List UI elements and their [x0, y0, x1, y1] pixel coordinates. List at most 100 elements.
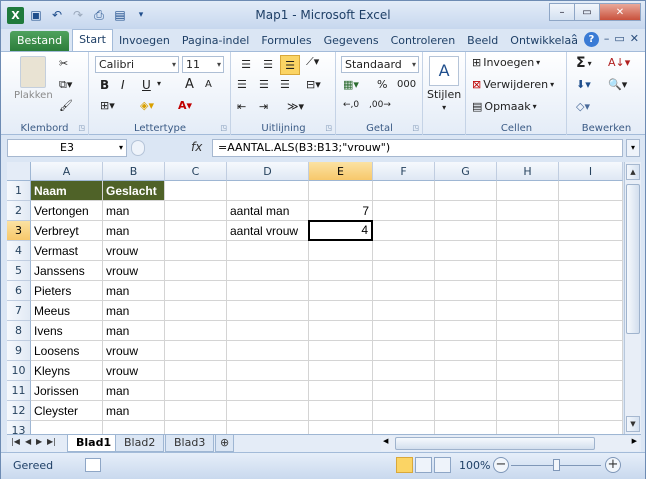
cell-b7[interactable]: man — [103, 301, 165, 321]
doc-restore-icon[interactable]: ▭ — [614, 32, 624, 47]
cell-c12[interactable] — [165, 401, 227, 421]
autosum-button[interactable]: Σ ▾ — [576, 55, 592, 71]
doc-close-icon[interactable]: ✕ — [630, 32, 639, 47]
column-header-h[interactable]: H — [497, 162, 559, 181]
tab-invoegen[interactable]: Invoegen — [113, 31, 176, 51]
underline-dropdown-icon[interactable]: ▾ — [157, 79, 161, 88]
cell-d3[interactable]: aantal vrouw — [227, 221, 309, 241]
cell-a4[interactable]: Vermast — [31, 241, 103, 261]
cell-e2[interactable]: 7 — [309, 201, 373, 221]
cell-h2[interactable] — [497, 201, 559, 221]
minimize-button[interactable]: – — [549, 3, 575, 21]
number-format-combo[interactable]: Standaard ▾ — [341, 56, 419, 73]
cell-b2[interactable]: man — [103, 201, 165, 221]
row-header-3[interactable]: 3 — [7, 221, 31, 241]
cell-h13[interactable] — [497, 421, 559, 434]
cell-e13[interactable] — [309, 421, 373, 434]
cell-d10[interactable] — [227, 361, 309, 381]
cell-i4[interactable] — [559, 241, 623, 261]
cell-h11[interactable] — [497, 381, 559, 401]
cell-i8[interactable] — [559, 321, 623, 341]
cell-c13[interactable] — [165, 421, 227, 434]
cell-e4[interactable] — [309, 241, 373, 261]
align-left-icon[interactable]: ☰ — [237, 78, 247, 91]
row-header-2[interactable]: 2 — [7, 201, 31, 221]
cell-h9[interactable] — [497, 341, 559, 361]
doc-minimize-icon[interactable]: – — [604, 32, 610, 47]
align-center-icon[interactable]: ☰ — [259, 78, 269, 91]
name-box-dropdown-icon[interactable]: ▾ — [119, 140, 123, 156]
cell-c6[interactable] — [165, 281, 227, 301]
close-button[interactable]: ✕ — [599, 3, 641, 21]
cell-b1[interactable]: Geslacht — [103, 181, 165, 201]
macro-record-icon[interactable] — [85, 458, 101, 472]
row-header-5[interactable]: 5 — [7, 261, 31, 281]
row-header-9[interactable]: 9 — [7, 341, 31, 361]
row-header-4[interactable]: 4 — [7, 241, 31, 261]
sheet-tab-blad3[interactable]: Blad3 — [165, 435, 215, 452]
cell-g9[interactable] — [435, 341, 497, 361]
prev-sheet-icon[interactable]: ◀ — [25, 437, 31, 446]
cell-h4[interactable] — [497, 241, 559, 261]
cell-f3[interactable] — [373, 221, 435, 241]
column-header-a[interactable]: A — [31, 162, 103, 181]
row-header-1[interactable]: 1 — [7, 181, 31, 201]
percent-button[interactable]: % — [377, 78, 387, 91]
cell-f1[interactable] — [373, 181, 435, 201]
horizontal-scroll-thumb[interactable] — [395, 437, 595, 450]
maximize-button[interactable]: ▭ — [574, 3, 600, 21]
cell-f4[interactable] — [373, 241, 435, 261]
row-header-7[interactable]: 7 — [7, 301, 31, 321]
cell-i6[interactable] — [559, 281, 623, 301]
page-break-view-icon[interactable] — [434, 457, 451, 473]
cell-a8[interactable]: Ivens — [31, 321, 103, 341]
sheet-tab-blad1[interactable]: Blad1 — [67, 435, 121, 452]
cell-g4[interactable] — [435, 241, 497, 261]
merge-center-icon[interactable]: ⊟▾ — [306, 78, 321, 91]
select-all-corner[interactable] — [7, 162, 31, 181]
horizontal-scrollbar[interactable]: ◀ ▶ — [381, 436, 639, 451]
worksheet-grid[interactable]: A B C D E F G H I 1 2 3 4 5 6 7 8 9 10 1… — [7, 162, 623, 434]
cell-i13[interactable] — [559, 421, 623, 434]
tab-start[interactable]: Start — [72, 29, 113, 51]
cell-b9[interactable]: vrouw — [103, 341, 165, 361]
sheet-tab-blad2[interactable]: Blad2 — [115, 435, 165, 452]
cell-g8[interactable] — [435, 321, 497, 341]
cell-a6[interactable]: Pieters — [31, 281, 103, 301]
cell-f10[interactable] — [373, 361, 435, 381]
delete-cells-button[interactable]: ⊠ Verwijderen ▾ — [472, 78, 554, 91]
font-color-icon[interactable]: A▾ — [178, 99, 192, 112]
formula-bar-handle-icon[interactable] — [131, 140, 145, 156]
italic-button[interactable]: I — [121, 78, 125, 92]
row-header-8[interactable]: 8 — [7, 321, 31, 341]
cell-c3[interactable] — [165, 221, 227, 241]
alignment-dialog-icon[interactable]: ◳ — [325, 124, 332, 132]
cell-h8[interactable] — [497, 321, 559, 341]
scroll-left-icon[interactable]: ◀ — [383, 437, 388, 445]
fill-color-icon[interactable]: ◈▾ — [140, 99, 154, 112]
cell-d8[interactable] — [227, 321, 309, 341]
cell-e5[interactable] — [309, 261, 373, 281]
cell-a2[interactable]: Vertongen — [31, 201, 103, 221]
cell-h10[interactable] — [497, 361, 559, 381]
scroll-down-icon[interactable]: ▼ — [626, 416, 640, 432]
column-header-b[interactable]: B — [103, 162, 165, 181]
font-dialog-icon[interactable]: ◳ — [220, 124, 227, 132]
grow-font-button[interactable]: A — [185, 77, 194, 92]
zoom-in-icon[interactable]: + — [605, 457, 621, 473]
tab-formules[interactable]: Formules — [255, 31, 317, 51]
shrink-font-button[interactable]: A — [205, 79, 212, 90]
cell-c7[interactable] — [165, 301, 227, 321]
cell-d1[interactable] — [227, 181, 309, 201]
cell-i9[interactable] — [559, 341, 623, 361]
cell-d5[interactable] — [227, 261, 309, 281]
decrease-decimal-icon[interactable]: ,00→ — [369, 100, 391, 110]
cell-h12[interactable] — [497, 401, 559, 421]
row-header-12[interactable]: 12 — [7, 401, 31, 421]
decrease-indent-icon[interactable]: ⇤ — [237, 100, 246, 113]
column-header-c[interactable]: C — [165, 162, 227, 181]
cell-d12[interactable] — [227, 401, 309, 421]
cell-b11[interactable]: man — [103, 381, 165, 401]
vertical-scroll-thumb[interactable] — [626, 184, 640, 334]
borders-icon[interactable]: ⊞▾ — [100, 99, 115, 112]
